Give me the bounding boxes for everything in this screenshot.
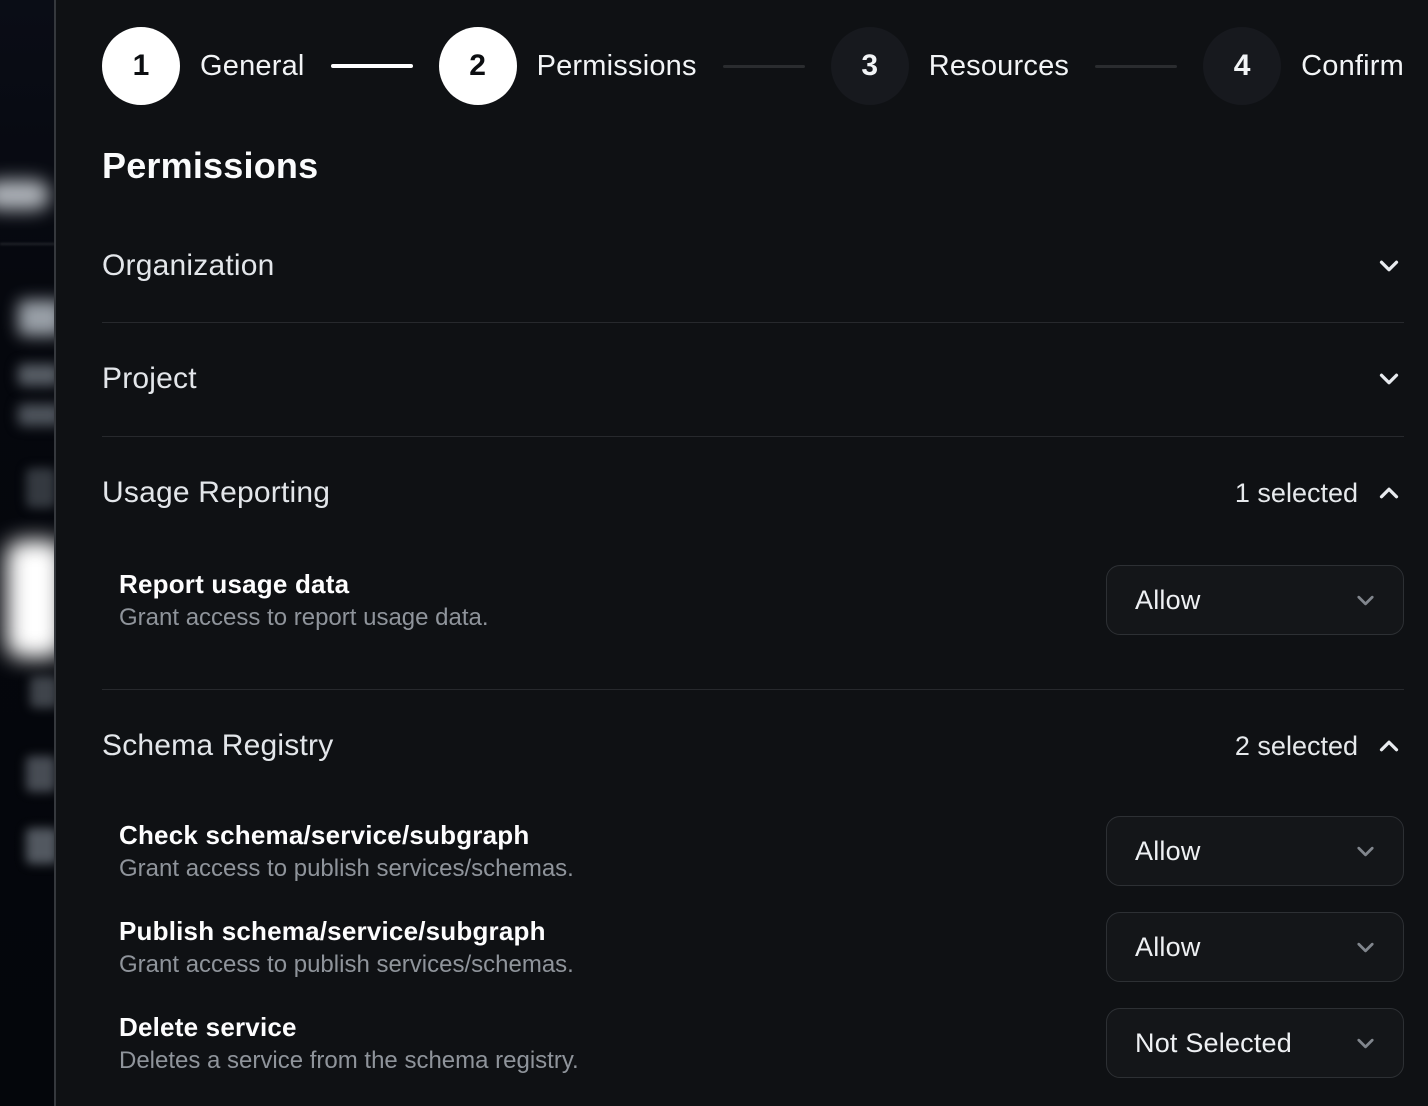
section-project: Project bbox=[102, 351, 1404, 437]
permission-dropdown-publish-schema[interactable]: Allow bbox=[1106, 912, 1404, 982]
selected-count-badge: 2 selected bbox=[1235, 731, 1358, 762]
dropdown-value: Not Selected bbox=[1135, 1028, 1292, 1059]
background-sidebar bbox=[0, 0, 55, 1106]
step-number-badge: 4 bbox=[1203, 27, 1281, 105]
step-resources[interactable]: 3 Resources bbox=[831, 27, 1069, 105]
wizard-stepper: 1 General 2 Permissions 3 Resources 4 Co… bbox=[102, 27, 1404, 105]
chevron-down-icon bbox=[1352, 587, 1379, 614]
blurred-nav-item bbox=[18, 300, 55, 336]
chevron-up-icon[interactable] bbox=[1374, 731, 1404, 761]
step-permissions[interactable]: 2 Permissions bbox=[439, 27, 697, 105]
permission-row-publish-schema: Publish schema/service/subgraph Grant ac… bbox=[102, 912, 1404, 982]
step-label: Permissions bbox=[537, 50, 697, 83]
section-header-project[interactable]: Project bbox=[102, 351, 1404, 407]
permission-title: Report usage data bbox=[119, 567, 489, 601]
blurred-nav-item bbox=[30, 676, 55, 708]
step-number-badge: 1 bbox=[102, 27, 180, 105]
permission-description: Deletes a service from the schema regist… bbox=[119, 1044, 579, 1078]
permission-description: Grant access to publish services/schemas… bbox=[119, 852, 574, 886]
page-title: Permissions bbox=[102, 144, 1404, 188]
permission-row-check-schema: Check schema/service/subgraph Grant acce… bbox=[102, 816, 1404, 886]
permission-dropdown-delete-service[interactable]: Not Selected bbox=[1106, 1008, 1404, 1078]
blurred-nav-item bbox=[18, 364, 55, 386]
dropdown-value: Allow bbox=[1135, 836, 1201, 867]
chevron-up-icon[interactable] bbox=[1374, 478, 1404, 508]
dropdown-value: Allow bbox=[1135, 932, 1201, 963]
step-label: General bbox=[200, 50, 305, 83]
step-number-badge: 2 bbox=[439, 27, 517, 105]
section-header-schema-registry[interactable]: Schema Registry 2 selected bbox=[102, 718, 1404, 774]
permission-dropdown-report-usage-data[interactable]: Allow bbox=[1106, 565, 1404, 635]
permission-title: Delete service bbox=[119, 1010, 579, 1044]
chevron-down-icon[interactable] bbox=[1374, 364, 1404, 394]
step-general[interactable]: 1 General bbox=[102, 27, 305, 105]
permission-title: Publish schema/service/subgraph bbox=[119, 914, 574, 948]
blurred-nav-item bbox=[18, 404, 55, 426]
step-confirm[interactable]: 4 Confirm bbox=[1203, 27, 1404, 105]
step-label: Resources bbox=[929, 50, 1069, 83]
create-api-key-wizard-panel: 1 General 2 Permissions 3 Resources 4 Co… bbox=[56, 0, 1428, 1106]
blurred-nav-icon bbox=[26, 468, 55, 508]
step-connector bbox=[331, 64, 413, 68]
chevron-down-icon bbox=[1352, 1030, 1379, 1057]
section-header-organization[interactable]: Organization bbox=[102, 238, 1404, 294]
section-organization: Organization bbox=[102, 238, 1404, 323]
blurred-highlight-button bbox=[6, 540, 55, 658]
permission-description: Grant access to publish services/schemas… bbox=[119, 948, 574, 982]
chevron-down-icon[interactable] bbox=[1374, 251, 1404, 281]
permission-description: Grant access to report usage data. bbox=[119, 601, 489, 635]
step-connector bbox=[723, 65, 805, 68]
section-title: Schema Registry bbox=[102, 729, 333, 763]
blurred-nav-item bbox=[26, 756, 55, 792]
selected-count-badge: 1 selected bbox=[1235, 478, 1358, 509]
chevron-down-icon bbox=[1352, 838, 1379, 865]
dropdown-value: Allow bbox=[1135, 585, 1201, 616]
blurred-nav-item bbox=[26, 828, 55, 864]
permission-dropdown-check-schema[interactable]: Allow bbox=[1106, 816, 1404, 886]
permission-title: Check schema/service/subgraph bbox=[119, 818, 574, 852]
permission-row-report-usage-data: Report usage data Grant access to report… bbox=[102, 565, 1404, 635]
permission-row-delete-service: Delete service Deletes a service from th… bbox=[102, 1008, 1404, 1078]
step-number-badge: 3 bbox=[831, 27, 909, 105]
screen: 1 General 2 Permissions 3 Resources 4 Co… bbox=[0, 0, 1428, 1106]
section-schema-registry: Schema Registry 2 selected Check schema/… bbox=[102, 718, 1404, 1078]
section-title: Organization bbox=[102, 249, 275, 283]
blurred-logo bbox=[0, 180, 50, 210]
section-title: Project bbox=[102, 362, 197, 396]
step-connector bbox=[1095, 65, 1177, 68]
section-title: Usage Reporting bbox=[102, 476, 330, 510]
chevron-down-icon bbox=[1352, 934, 1379, 961]
blurred-divider bbox=[0, 243, 55, 245]
section-header-usage-reporting[interactable]: Usage Reporting 1 selected bbox=[102, 465, 1404, 521]
section-usage-reporting: Usage Reporting 1 selected Report usage … bbox=[102, 465, 1404, 690]
step-label: Confirm bbox=[1301, 50, 1404, 83]
